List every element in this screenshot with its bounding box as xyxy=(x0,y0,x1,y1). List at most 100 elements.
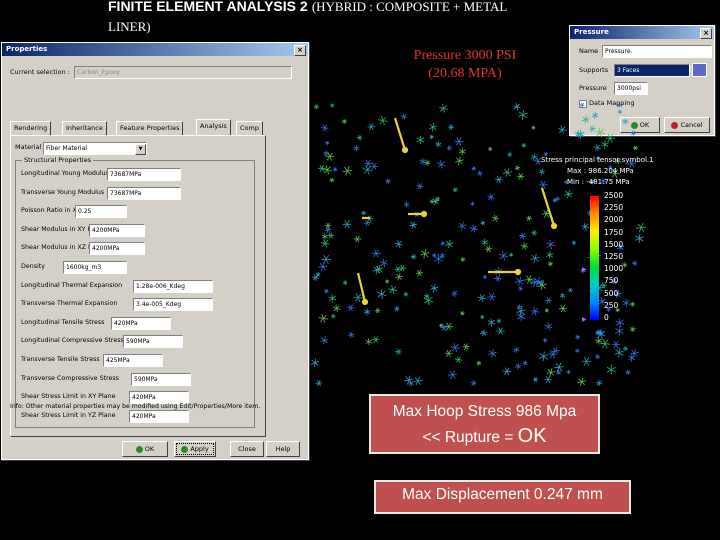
pressure-heading-line1: Pressure 3000 PSI xyxy=(413,48,517,63)
group-title: Structural Properties xyxy=(22,156,94,164)
tensor-symbol xyxy=(549,261,552,267)
ok-button-label: OK xyxy=(144,445,155,453)
property-value-field[interactable]: 590MPa xyxy=(131,372,191,386)
stress-arrow xyxy=(393,117,407,151)
property-value-field[interactable]: 0.25 xyxy=(75,205,127,219)
property-label: Density xyxy=(21,263,45,270)
close-icon[interactable]: × xyxy=(700,28,712,39)
name-label: Name xyxy=(579,47,599,55)
properties-title: Properties xyxy=(6,45,48,53)
legend-tick-label: 1000 xyxy=(604,264,624,274)
property-value-field[interactable]: 73687MPa xyxy=(107,186,181,200)
property-value-field[interactable]: 1600kg_m3 xyxy=(63,261,127,274)
tab-rendering[interactable]: Rendering xyxy=(10,121,52,135)
supports-field[interactable]: 3 Faces xyxy=(614,64,690,77)
legend-tick-label: 0 xyxy=(604,313,609,322)
tensor-symbol xyxy=(394,307,400,310)
apply-button[interactable]: Apply xyxy=(174,441,216,457)
property-value-field[interactable]: 3.4e-005_Kdeg xyxy=(133,298,213,312)
tensor-symbol xyxy=(631,301,634,307)
properties-dialog: Properties × Current selection : Carbon_E… xyxy=(1,42,309,460)
pressure-titlebar[interactable]: Pressure × xyxy=(570,26,714,39)
displacement-callout: Max Displacement 0.247 mm xyxy=(374,480,631,514)
tab-feature-properties[interactable]: Feature Properties xyxy=(116,121,184,135)
slide-title: FINITE ELEMENT ANALYSIS 2 (HYBRID : COMP… xyxy=(108,0,558,37)
legend-tick-label: 1500 xyxy=(604,239,624,249)
tensor-symbol xyxy=(481,314,484,320)
property-label: Transverse Thermal Expansion xyxy=(21,300,118,308)
tensor-symbol xyxy=(416,185,424,187)
property-value-field[interactable]: 4200MPa xyxy=(89,223,145,237)
legend-tick-label: 1250 xyxy=(604,252,624,261)
tensor-symbol xyxy=(445,241,453,248)
tensor-symbol xyxy=(524,360,527,366)
tensor-symbol xyxy=(331,294,334,303)
help-button[interactable]: Help xyxy=(266,441,300,457)
tab-comp[interactable]: Comp xyxy=(236,121,263,135)
property-label: Longitudinal Thermal Expansion xyxy=(21,281,123,289)
tensor-symbol xyxy=(490,318,493,327)
current-selection-field[interactable]: Carbon_Epoxy xyxy=(74,66,292,79)
legend-max-marker: ▶ xyxy=(582,266,587,273)
property-label: Longitudinal Tensile Stress xyxy=(21,318,105,326)
arrow-head xyxy=(514,268,522,276)
tensor-symbol xyxy=(331,103,333,108)
hoop-stress-callout: Max Hoop Stress 986 Mpa << Rupture = OK xyxy=(369,394,600,454)
current-selection-label: Current selection : xyxy=(10,68,70,76)
properties-tabs: Rendering Inheritance Feature Properties… xyxy=(10,119,264,135)
legend-tick-label: 2000 xyxy=(604,215,624,225)
chevron-down-icon[interactable]: ▼ xyxy=(135,144,146,155)
arrow-head xyxy=(420,210,428,218)
property-value-field[interactable]: 1.28e-006_Kdeg xyxy=(133,279,213,293)
tensor-symbol xyxy=(495,178,503,181)
tensor-symbol xyxy=(361,212,367,214)
material-label: Material xyxy=(15,143,42,151)
property-label: Transverse Tensile Stress xyxy=(21,356,100,363)
stress-arrow xyxy=(540,187,556,227)
stress-tensor-viewport[interactable] xyxy=(310,100,720,400)
close-icon[interactable]: × xyxy=(294,45,306,56)
legend-tick-label: 2250 xyxy=(604,203,624,213)
properties-titlebar[interactable]: Properties × xyxy=(2,43,308,56)
pressure-label: Pressure xyxy=(579,84,607,92)
apply-icon xyxy=(181,445,189,453)
legend-min: Min : -481.75 MPa xyxy=(567,178,630,186)
tensor-symbol xyxy=(632,262,638,265)
tab-inheritance[interactable]: Inheritance xyxy=(62,121,107,135)
legend-colorbar xyxy=(590,196,599,320)
ok-icon xyxy=(135,445,143,453)
legend-tick-label: 750 xyxy=(604,276,619,286)
legend-title: Stress principal tensor symbol.1 xyxy=(541,156,654,164)
name-field[interactable]: Pressure. xyxy=(602,45,712,58)
tensor-symbol xyxy=(622,347,629,350)
property-value-field[interactable]: 590MPa xyxy=(123,335,183,349)
tab-analysis[interactable]: Analysis xyxy=(196,119,231,135)
property-value-field[interactable]: 420MPa xyxy=(129,409,189,423)
arrow-head xyxy=(361,298,369,306)
tensor-symbol xyxy=(577,130,580,139)
property-value-field[interactable]: 420MPa xyxy=(111,316,171,330)
displacement-text: Max Displacement 0.247 mm xyxy=(402,486,603,503)
tensor-symbol xyxy=(456,157,463,165)
material-select[interactable]: Fiber Material xyxy=(43,142,147,155)
property-label: Transverse Young Modulus xyxy=(21,188,105,196)
analysis-panel: Material Fiber Material ▼ Structural Pro… xyxy=(10,135,266,437)
property-label: Transverse Compressive Stress xyxy=(21,374,119,382)
tensor-symbol xyxy=(594,112,596,119)
legend-tick-label: 250 xyxy=(604,300,619,310)
pressure-title: Pressure xyxy=(574,28,609,36)
tensor-symbol xyxy=(389,286,397,294)
close-button[interactable]: Close xyxy=(230,441,264,457)
pressure-field[interactable]: 3000psi xyxy=(614,82,648,95)
tensor-symbol xyxy=(458,222,466,230)
property-value-field[interactable]: 73687MPa xyxy=(107,168,181,181)
tensor-symbol xyxy=(482,220,484,226)
apply-button-label: Apply xyxy=(190,445,209,453)
property-value-field[interactable]: 4200MPa xyxy=(89,242,145,256)
rupture-ok: OK xyxy=(517,425,547,447)
tensor-symbol xyxy=(604,140,606,149)
ok-button[interactable]: OK xyxy=(122,441,168,457)
arrow-head xyxy=(401,146,409,154)
property-value-field[interactable]: 425MPa xyxy=(103,354,163,367)
supports-picker-icon[interactable] xyxy=(692,63,707,77)
